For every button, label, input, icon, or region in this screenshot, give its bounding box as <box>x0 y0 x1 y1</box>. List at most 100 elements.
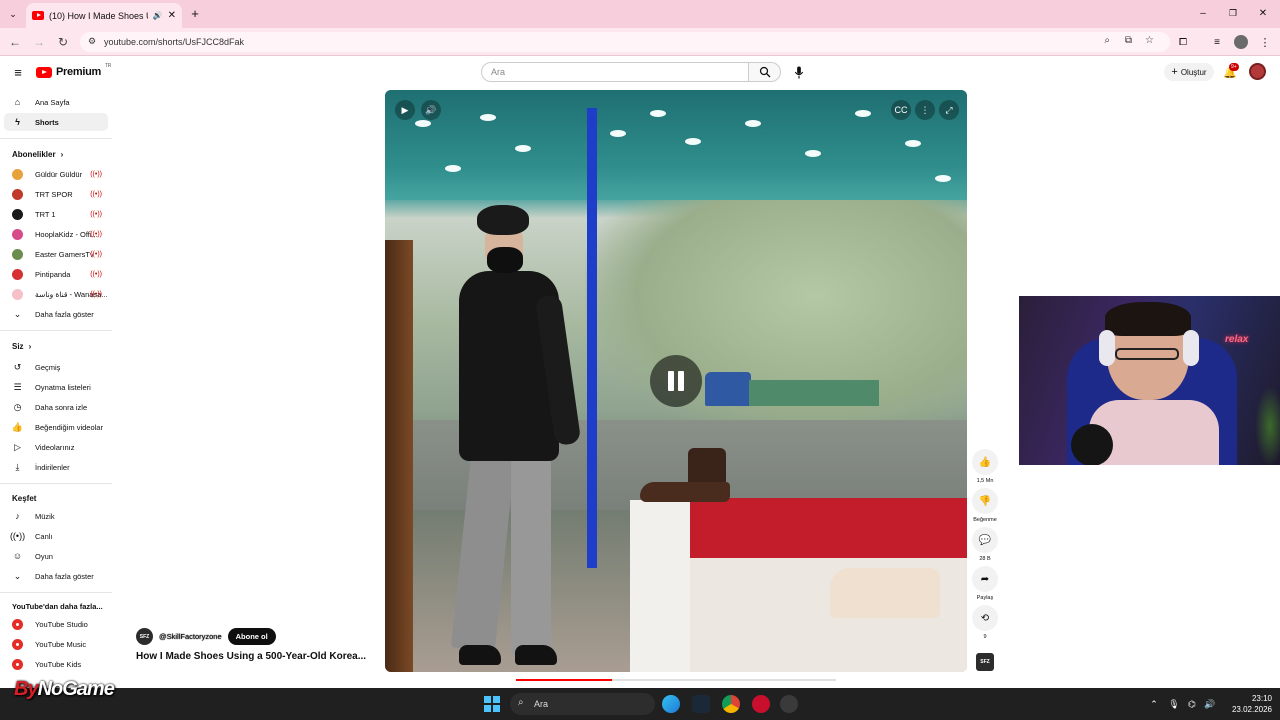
account-avatar[interactable] <box>1249 63 1266 80</box>
opera-icon[interactable] <box>752 695 770 713</box>
search-placeholder: Ara <box>491 67 506 77</box>
sound-thumbnail[interactable]: SFZ <box>976 653 994 671</box>
channel-avatar[interactable]: SFZ <box>136 628 153 645</box>
show-more-subscriptions[interactable]: ⌄ Daha fazla göster <box>4 305 108 323</box>
sidebar-item-your-videos[interactable]: ▷ Videolarınız <box>4 438 108 456</box>
sidebar-item-subscription[interactable]: Güldür Güldür ((•)) <box>4 165 108 183</box>
channel-avatar <box>12 228 23 240</box>
fullscreen-icon[interactable]: ⤢ <box>939 100 959 120</box>
windows-start-icon[interactable] <box>484 696 500 712</box>
channel-avatar <box>12 168 23 180</box>
remix-button[interactable]: ⟲ 9 <box>972 605 998 640</box>
pause-icon[interactable] <box>650 355 702 407</box>
play-icon[interactable]: ▶ <box>395 100 415 120</box>
show-more-explore[interactable]: ⌄ Daha fazla göster <box>4 567 108 585</box>
sidebar-item-youtube-music[interactable]: YouTube Music <box>4 635 108 653</box>
home-icon: ⌂ <box>14 97 21 107</box>
hamburger-menu-icon[interactable]: ≡ <box>11 65 25 80</box>
browser-tab[interactable]: (10) How I Made Shoes Usi 🔊 ✕ <box>26 3 182 28</box>
captions-icon[interactable]: CC <box>891 100 911 120</box>
live-icon: ((•)) <box>9 531 26 541</box>
like-icon: 👍 <box>11 421 24 432</box>
sidebar-item-youtube-studio[interactable]: YouTube Studio <box>4 615 108 633</box>
tab-audio-icon[interactable]: 🔊 <box>153 11 163 20</box>
minimize-icon[interactable]: – <box>1196 6 1210 20</box>
sidebar-item-live[interactable]: ((•)) Canlı <box>4 527 108 545</box>
logo-text: Premium <box>56 66 101 78</box>
sidebar-item-subscription[interactable]: HooplaKidz - Offi... ((•)) <box>4 225 108 243</box>
new-tab-icon[interactable]: + <box>188 6 202 21</box>
zoom-icon[interactable]: ⌕ <box>1104 35 1110 46</box>
sidebar-item-label: HooplaKidz - Offi... <box>35 229 98 239</box>
search-input[interactable]: Ara <box>481 62 749 82</box>
edge-icon[interactable] <box>662 695 680 713</box>
sidebar-item-subscription[interactable]: Easter GamersTv ((•)) <box>4 245 108 263</box>
like-count: 1,5 Mn <box>976 478 994 484</box>
forward-icon[interactable]: → <box>28 28 50 56</box>
youtube-logo[interactable]: Premium TR <box>36 63 111 78</box>
site-info-icon[interactable]: ⚙ <box>88 36 96 47</box>
sidebar-item-subscription[interactable]: Pintipanda ((•)) <box>4 265 108 283</box>
sidebar-item-playlists[interactable]: ☰ Oynatma listeleri <box>4 378 108 396</box>
sidebar-item-watch-later[interactable]: ◷ Daha sonra izle <box>4 398 108 416</box>
network-icon[interactable]: ⌬ <box>1186 697 1198 711</box>
thumbs-up-icon: 👍 <box>972 449 998 475</box>
subscribe-button[interactable]: Abone ol <box>227 628 276 645</box>
volume-icon[interactable]: 🔊 <box>421 100 441 120</box>
subscriptions-header[interactable]: Abonelikler › <box>12 150 63 159</box>
more-options-icon[interactable]: ⋮ <box>915 100 935 120</box>
channel-handle[interactable]: @SkillFactoryzone <box>159 632 222 641</box>
you-header[interactable]: Siz › <box>12 342 31 351</box>
sidebar-item-gaming[interactable]: ☺ Oyun <box>4 547 108 565</box>
bookmark-star-icon[interactable]: ☆ <box>1145 35 1154 46</box>
dislike-button[interactable]: 👎 Beğenme <box>972 488 998 523</box>
tray-mic-icon[interactable]: 🎙 <box>1168 697 1180 711</box>
sidebar-item-downloads[interactable]: ⤓ İndirilenler <box>4 458 108 476</box>
extensions-icon[interactable]: ⧠ <box>1176 35 1190 49</box>
browser-menu-icon[interactable]: ⋮ <box>1258 35 1272 49</box>
search-icon <box>759 66 770 78</box>
search-button[interactable] <box>749 62 781 82</box>
sidebar-item-history[interactable]: ↺ Geçmiş <box>4 358 108 376</box>
playback-progress-track[interactable] <box>516 679 836 681</box>
system-clock[interactable]: 23:10 23.02.2026 <box>1222 693 1272 715</box>
sidebar-item-label: Daha fazla göster <box>35 571 94 581</box>
profile-avatar[interactable] <box>1234 35 1248 49</box>
video-scene-person <box>445 205 585 670</box>
like-button[interactable]: 👍 1,5 Mn <box>972 449 998 484</box>
sidebar-item-liked-videos[interactable]: 👍 Beğendiğim videolar <box>4 418 108 436</box>
sidebar-item-subscription[interactable]: TRT SPOR ((•)) <box>4 185 108 203</box>
channel-avatar <box>12 268 23 280</box>
chrome-icon[interactable] <box>722 695 740 713</box>
tray-chevron-icon[interactable]: ⌃ <box>1148 697 1160 711</box>
back-icon[interactable]: ← <box>4 28 26 56</box>
sidebar-item-subscription[interactable]: قناة وناسة - Wanasa... ((•)) <box>4 285 108 303</box>
sidebar-item-subscription[interactable]: TRT 1 ((•)) <box>4 205 108 223</box>
more-header-label: YouTube'dan daha fazla... <box>12 602 103 611</box>
video-scene-door <box>385 240 413 672</box>
app-icon[interactable] <box>780 695 798 713</box>
create-button[interactable]: + Oluştur <box>1164 63 1214 81</box>
close-window-icon[interactable]: ✕ <box>1256 6 1270 20</box>
sidebar-item-shorts[interactable]: ϟ Shorts <box>4 113 108 131</box>
volume-icon[interactable]: 🔊 <box>1204 697 1216 711</box>
voice-search-button[interactable] <box>791 63 807 81</box>
install-app-icon[interactable]: ⧉ <box>1125 35 1132 46</box>
shorts-video-player[interactable]: ▶ 🔊 CC ⋮ ⤢ <box>385 90 967 672</box>
sidebar-item-music[interactable]: ♪ Müzik <box>4 507 108 525</box>
video-title[interactable]: How I Made Shoes Using a 500-Year-Old Ko… <box>136 651 366 662</box>
reading-list-icon[interactable]: ≡ <box>1210 35 1224 49</box>
tab-close-icon[interactable]: ✕ <box>168 10 176 21</box>
url-input[interactable]: ⚙ youtube.com/shorts/UsFJCC8dFak ⌕ ⧉ ☆ <box>80 32 1170 52</box>
steam-icon[interactable] <box>692 695 710 713</box>
reload-icon[interactable]: ↻ <box>52 28 74 56</box>
tab-search-icon[interactable]: ⌄ <box>6 7 20 21</box>
taskbar-search-input[interactable]: ⌕ Ara <box>510 693 655 715</box>
sidebar-item-home[interactable]: ⌂ Ana Sayfa <box>4 93 108 111</box>
comments-button[interactable]: 💬 28 B <box>972 527 998 562</box>
share-button[interactable]: ➦ Paylaş <box>972 566 998 601</box>
sidebar-item-label: Oynatma listeleri <box>35 382 91 392</box>
windows-taskbar: ⌕ Ara ⌃ 🎙 ⌬ 🔊 23:10 23.02.2026 <box>0 688 1280 720</box>
sidebar-item-youtube-kids[interactable]: YouTube Kids <box>4 655 108 673</box>
restore-icon[interactable]: ❐ <box>1226 6 1240 20</box>
